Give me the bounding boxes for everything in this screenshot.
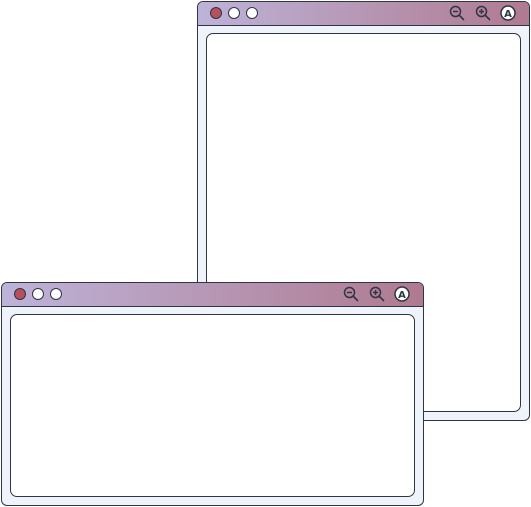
close-dot[interactable] [14,288,26,300]
window-titlebar[interactable]: A [2,283,423,307]
maximize-dot[interactable] [50,288,62,300]
font-icon[interactable]: A [394,286,410,302]
font-icon-glyph: A [504,9,512,20]
browser-window-front: A [1,282,424,506]
zoom-in-icon[interactable] [475,5,491,21]
zoom-out-icon[interactable] [449,5,465,21]
minimize-dot[interactable] [228,7,240,19]
zoom-in-icon[interactable] [369,286,385,302]
font-icon[interactable]: A [500,5,516,21]
font-icon-glyph: A [398,290,406,301]
maximize-dot[interactable] [246,7,258,19]
window-titlebar[interactable]: A [198,2,529,26]
content-area[interactable] [10,314,415,497]
zoom-out-icon[interactable] [343,286,359,302]
minimize-dot[interactable] [32,288,44,300]
close-dot[interactable] [210,7,222,19]
